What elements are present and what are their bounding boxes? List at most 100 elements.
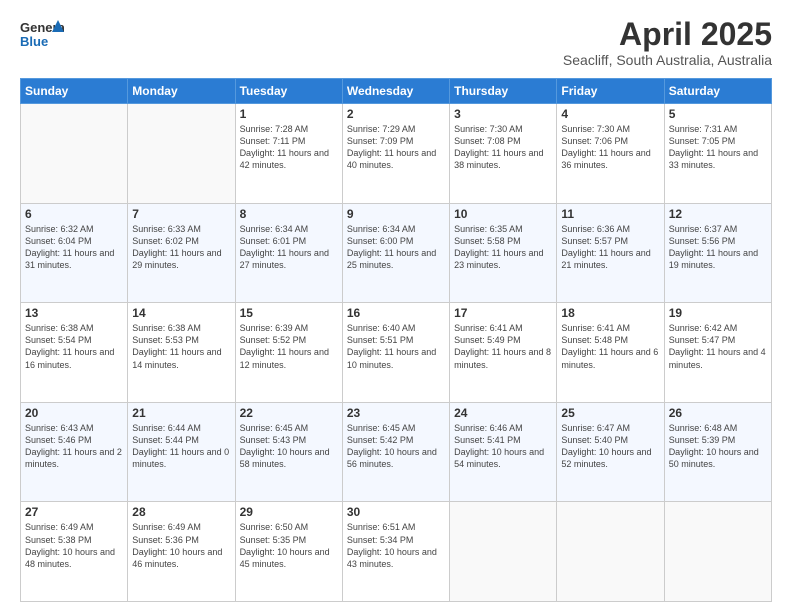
col-thursday: Thursday xyxy=(450,79,557,104)
calendar-cell: 26 Sunrise: 6:48 AMSunset: 5:39 PMDaylig… xyxy=(664,402,771,502)
day-number: 26 xyxy=(669,406,767,420)
day-number: 11 xyxy=(561,207,659,221)
calendar-cell: 9 Sunrise: 6:34 AMSunset: 6:00 PMDayligh… xyxy=(342,203,449,303)
calendar-week-4: 20 Sunrise: 6:43 AMSunset: 5:46 PMDaylig… xyxy=(21,402,772,502)
calendar-week-5: 27 Sunrise: 6:49 AMSunset: 5:38 PMDaylig… xyxy=(21,502,772,602)
calendar-cell: 6 Sunrise: 6:32 AMSunset: 6:04 PMDayligh… xyxy=(21,203,128,303)
day-number: 12 xyxy=(669,207,767,221)
day-number: 3 xyxy=(454,107,552,121)
day-number: 18 xyxy=(561,306,659,320)
calendar-cell xyxy=(557,502,664,602)
day-number: 22 xyxy=(240,406,338,420)
day-info: Sunrise: 6:46 AMSunset: 5:41 PMDaylight:… xyxy=(454,423,544,469)
calendar-cell: 5 Sunrise: 7:31 AMSunset: 7:05 PMDayligh… xyxy=(664,104,771,204)
day-number: 5 xyxy=(669,107,767,121)
day-number: 9 xyxy=(347,207,445,221)
day-number: 29 xyxy=(240,505,338,519)
calendar-cell: 25 Sunrise: 6:47 AMSunset: 5:40 PMDaylig… xyxy=(557,402,664,502)
logo: General Blue xyxy=(20,18,64,50)
day-info: Sunrise: 6:47 AMSunset: 5:40 PMDaylight:… xyxy=(561,423,651,469)
calendar-cell: 20 Sunrise: 6:43 AMSunset: 5:46 PMDaylig… xyxy=(21,402,128,502)
col-monday: Monday xyxy=(128,79,235,104)
title-block: April 2025 Seacliff, South Australia, Au… xyxy=(563,18,772,68)
calendar-cell: 3 Sunrise: 7:30 AMSunset: 7:08 PMDayligh… xyxy=(450,104,557,204)
calendar-cell: 11 Sunrise: 6:36 AMSunset: 5:57 PMDaylig… xyxy=(557,203,664,303)
calendar-cell: 10 Sunrise: 6:35 AMSunset: 5:58 PMDaylig… xyxy=(450,203,557,303)
day-info: Sunrise: 6:34 AMSunset: 6:00 PMDaylight:… xyxy=(347,224,436,270)
day-info: Sunrise: 7:29 AMSunset: 7:09 PMDaylight:… xyxy=(347,124,436,170)
month-year: April 2025 xyxy=(563,18,772,50)
calendar-cell: 7 Sunrise: 6:33 AMSunset: 6:02 PMDayligh… xyxy=(128,203,235,303)
header-row: Sunday Monday Tuesday Wednesday Thursday… xyxy=(21,79,772,104)
day-info: Sunrise: 7:30 AMSunset: 7:06 PMDaylight:… xyxy=(561,124,650,170)
col-wednesday: Wednesday xyxy=(342,79,449,104)
day-info: Sunrise: 6:42 AMSunset: 5:47 PMDaylight:… xyxy=(669,323,766,369)
day-info: Sunrise: 6:36 AMSunset: 5:57 PMDaylight:… xyxy=(561,224,650,270)
day-info: Sunrise: 6:50 AMSunset: 5:35 PMDaylight:… xyxy=(240,522,330,568)
logo-svg: General Blue xyxy=(20,18,64,50)
day-number: 4 xyxy=(561,107,659,121)
day-number: 15 xyxy=(240,306,338,320)
day-info: Sunrise: 6:44 AMSunset: 5:44 PMDaylight:… xyxy=(132,423,229,469)
day-number: 16 xyxy=(347,306,445,320)
day-info: Sunrise: 6:51 AMSunset: 5:34 PMDaylight:… xyxy=(347,522,437,568)
calendar-week-2: 6 Sunrise: 6:32 AMSunset: 6:04 PMDayligh… xyxy=(21,203,772,303)
calendar-cell: 12 Sunrise: 6:37 AMSunset: 5:56 PMDaylig… xyxy=(664,203,771,303)
calendar-cell: 1 Sunrise: 7:28 AMSunset: 7:11 PMDayligh… xyxy=(235,104,342,204)
day-number: 24 xyxy=(454,406,552,420)
day-number: 14 xyxy=(132,306,230,320)
calendar-cell: 21 Sunrise: 6:44 AMSunset: 5:44 PMDaylig… xyxy=(128,402,235,502)
day-info: Sunrise: 6:38 AMSunset: 5:54 PMDaylight:… xyxy=(25,323,114,369)
calendar-cell xyxy=(128,104,235,204)
day-number: 8 xyxy=(240,207,338,221)
day-number: 19 xyxy=(669,306,767,320)
calendar-week-1: 1 Sunrise: 7:28 AMSunset: 7:11 PMDayligh… xyxy=(21,104,772,204)
calendar-cell: 13 Sunrise: 6:38 AMSunset: 5:54 PMDaylig… xyxy=(21,303,128,403)
day-number: 28 xyxy=(132,505,230,519)
day-info: Sunrise: 6:39 AMSunset: 5:52 PMDaylight:… xyxy=(240,323,329,369)
calendar-cell: 22 Sunrise: 6:45 AMSunset: 5:43 PMDaylig… xyxy=(235,402,342,502)
day-info: Sunrise: 6:48 AMSunset: 5:39 PMDaylight:… xyxy=(669,423,759,469)
calendar-cell: 15 Sunrise: 6:39 AMSunset: 5:52 PMDaylig… xyxy=(235,303,342,403)
day-info: Sunrise: 6:49 AMSunset: 5:38 PMDaylight:… xyxy=(25,522,115,568)
day-info: Sunrise: 6:38 AMSunset: 5:53 PMDaylight:… xyxy=(132,323,221,369)
calendar-cell: 2 Sunrise: 7:29 AMSunset: 7:09 PMDayligh… xyxy=(342,104,449,204)
calendar: Sunday Monday Tuesday Wednesday Thursday… xyxy=(20,78,772,602)
day-info: Sunrise: 6:49 AMSunset: 5:36 PMDaylight:… xyxy=(132,522,222,568)
day-info: Sunrise: 7:31 AMSunset: 7:05 PMDaylight:… xyxy=(669,124,758,170)
calendar-cell: 28 Sunrise: 6:49 AMSunset: 5:36 PMDaylig… xyxy=(128,502,235,602)
calendar-week-3: 13 Sunrise: 6:38 AMSunset: 5:54 PMDaylig… xyxy=(21,303,772,403)
calendar-cell: 29 Sunrise: 6:50 AMSunset: 5:35 PMDaylig… xyxy=(235,502,342,602)
col-saturday: Saturday xyxy=(664,79,771,104)
day-info: Sunrise: 7:30 AMSunset: 7:08 PMDaylight:… xyxy=(454,124,543,170)
location: Seacliff, South Australia, Australia xyxy=(563,52,772,68)
day-number: 7 xyxy=(132,207,230,221)
day-number: 13 xyxy=(25,306,123,320)
calendar-cell: 19 Sunrise: 6:42 AMSunset: 5:47 PMDaylig… xyxy=(664,303,771,403)
day-number: 6 xyxy=(25,207,123,221)
day-number: 17 xyxy=(454,306,552,320)
calendar-cell: 17 Sunrise: 6:41 AMSunset: 5:49 PMDaylig… xyxy=(450,303,557,403)
day-number: 27 xyxy=(25,505,123,519)
day-info: Sunrise: 6:45 AMSunset: 5:42 PMDaylight:… xyxy=(347,423,437,469)
day-info: Sunrise: 6:40 AMSunset: 5:51 PMDaylight:… xyxy=(347,323,436,369)
calendar-cell xyxy=(450,502,557,602)
day-number: 25 xyxy=(561,406,659,420)
calendar-cell: 16 Sunrise: 6:40 AMSunset: 5:51 PMDaylig… xyxy=(342,303,449,403)
col-friday: Friday xyxy=(557,79,664,104)
calendar-cell: 23 Sunrise: 6:45 AMSunset: 5:42 PMDaylig… xyxy=(342,402,449,502)
day-info: Sunrise: 6:32 AMSunset: 6:04 PMDaylight:… xyxy=(25,224,114,270)
day-number: 20 xyxy=(25,406,123,420)
day-info: Sunrise: 6:41 AMSunset: 5:48 PMDaylight:… xyxy=(561,323,658,369)
calendar-cell: 4 Sunrise: 7:30 AMSunset: 7:06 PMDayligh… xyxy=(557,104,664,204)
day-info: Sunrise: 7:28 AMSunset: 7:11 PMDaylight:… xyxy=(240,124,329,170)
svg-text:Blue: Blue xyxy=(20,34,48,49)
calendar-cell xyxy=(21,104,128,204)
header: General Blue April 2025 Seacliff, South … xyxy=(20,18,772,68)
page: General Blue April 2025 Seacliff, South … xyxy=(0,0,792,612)
calendar-cell: 8 Sunrise: 6:34 AMSunset: 6:01 PMDayligh… xyxy=(235,203,342,303)
day-number: 2 xyxy=(347,107,445,121)
col-sunday: Sunday xyxy=(21,79,128,104)
calendar-cell: 24 Sunrise: 6:46 AMSunset: 5:41 PMDaylig… xyxy=(450,402,557,502)
day-number: 23 xyxy=(347,406,445,420)
